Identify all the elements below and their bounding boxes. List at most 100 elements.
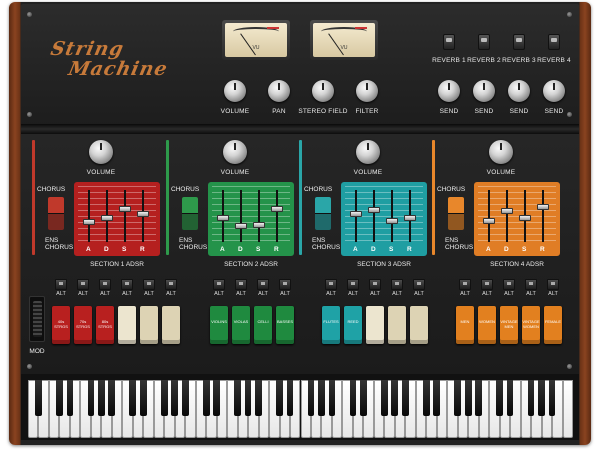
section-4-chorus-switch[interactable] — [448, 197, 464, 230]
alt-switch[interactable]: ALT — [546, 279, 560, 299]
alt-switch[interactable]: ALT — [256, 279, 270, 299]
black-key[interactable] — [391, 380, 399, 416]
section-1-chorus-switch[interactable] — [48, 197, 64, 230]
black-key[interactable] — [538, 380, 545, 416]
send-2-knob[interactable] — [473, 80, 495, 102]
adsr-fader-s[interactable] — [253, 222, 265, 229]
alt-switch[interactable]: ALT — [98, 279, 112, 299]
alt-switch[interactable]: ALT — [120, 279, 134, 299]
black-key[interactable] — [454, 380, 462, 416]
send-4-knob[interactable] — [543, 80, 565, 102]
black-key[interactable] — [422, 380, 430, 416]
tab-switch[interactable]: 80s STRGS — [96, 306, 114, 344]
tab-switch[interactable]: FEMALE — [544, 306, 562, 344]
black-key[interactable] — [286, 380, 294, 416]
tab-switch[interactable] — [140, 306, 158, 344]
alt-switch[interactable]: ALT — [524, 279, 538, 299]
send-1-knob[interactable] — [438, 80, 460, 102]
black-key[interactable] — [380, 380, 388, 416]
adsr-fader-a[interactable] — [217, 215, 229, 222]
adsr-fader-a[interactable] — [350, 210, 362, 217]
tab-switch[interactable]: CELLI — [254, 306, 272, 344]
adsr-fader-a[interactable] — [83, 218, 95, 225]
tab-switch[interactable]: WOMEN — [478, 306, 496, 344]
black-key[interactable] — [87, 380, 95, 416]
alt-switch[interactable]: ALT — [278, 279, 292, 299]
adsr-fader-d[interactable] — [368, 207, 380, 214]
alt-switch[interactable]: ALT — [324, 279, 338, 299]
mod-wheel[interactable] — [29, 296, 45, 342]
alt-switch[interactable]: ALT — [390, 279, 404, 299]
alt-switch[interactable]: ALT — [502, 279, 516, 299]
black-key[interactable] — [129, 380, 137, 416]
alt-switch[interactable]: ALT — [76, 279, 90, 299]
section-4-volume-knob[interactable] — [489, 140, 513, 164]
section-3-volume-knob[interactable] — [356, 140, 380, 164]
stereo-field-knob[interactable] — [312, 80, 334, 102]
black-key[interactable] — [349, 380, 357, 416]
black-key[interactable] — [360, 380, 367, 416]
reverb-1-button[interactable] — [443, 34, 455, 50]
section-2-volume-knob[interactable] — [223, 140, 247, 164]
black-key[interactable] — [464, 380, 472, 416]
black-key[interactable] — [318, 380, 325, 416]
black-key[interactable] — [56, 380, 63, 416]
black-key[interactable] — [475, 380, 483, 416]
tab-switch[interactable]: REED — [344, 306, 362, 344]
alt-switch[interactable]: ALT — [412, 279, 426, 299]
adsr-fader-s[interactable] — [519, 215, 531, 222]
adsr-fader-d[interactable] — [235, 223, 247, 230]
section-1-volume-knob[interactable] — [89, 140, 113, 164]
tab-switch[interactable]: VINTAGE WOMEN — [522, 306, 540, 344]
adsr-fader-d[interactable] — [101, 215, 113, 222]
black-key[interactable] — [506, 380, 514, 416]
alt-switch[interactable]: ALT — [480, 279, 494, 299]
section-3-chorus-switch[interactable] — [315, 197, 331, 230]
tab-switch[interactable]: 40s STRGS — [52, 306, 70, 344]
tab-switch[interactable]: BASSES — [276, 306, 294, 344]
section-2-chorus-switch[interactable] — [182, 197, 198, 230]
filter-knob[interactable] — [356, 80, 378, 102]
reverb-4-button[interactable] — [548, 34, 560, 50]
tab-switch[interactable] — [410, 306, 428, 344]
tab-switch[interactable]: MEN — [456, 306, 474, 344]
volume-knob[interactable] — [224, 80, 246, 102]
send-3-knob[interactable] — [508, 80, 530, 102]
tab-switch[interactable]: VIOLAS — [232, 306, 250, 344]
black-key[interactable] — [171, 380, 179, 416]
black-key[interactable] — [108, 380, 116, 416]
black-key[interactable] — [139, 380, 147, 416]
black-key[interactable] — [181, 380, 189, 416]
reverb-2-button[interactable] — [478, 34, 490, 50]
white-key[interactable] — [562, 380, 573, 438]
black-key[interactable] — [244, 380, 252, 416]
black-key[interactable] — [548, 380, 556, 416]
black-key[interactable] — [433, 380, 441, 416]
adsr-fader-a[interactable] — [483, 217, 495, 224]
alt-switch[interactable]: ALT — [458, 279, 472, 299]
adsr-fader-r[interactable] — [271, 206, 283, 213]
pan-knob[interactable] — [268, 80, 290, 102]
alt-switch[interactable]: ALT — [368, 279, 382, 299]
alt-switch[interactable]: ALT — [346, 279, 360, 299]
black-key[interactable] — [213, 380, 220, 416]
tab-switch[interactable]: 70s STRGS — [74, 306, 92, 344]
black-key[interactable] — [276, 380, 283, 416]
keyboard[interactable] — [28, 380, 573, 438]
tab-switch[interactable] — [118, 306, 136, 344]
tab-switch[interactable] — [388, 306, 406, 344]
black-key[interactable] — [160, 380, 168, 416]
alt-switch[interactable]: ALT — [164, 279, 178, 299]
black-key[interactable] — [35, 380, 42, 416]
alt-switch[interactable]: ALT — [54, 279, 68, 299]
black-key[interactable] — [202, 380, 210, 416]
alt-switch[interactable]: ALT — [234, 279, 248, 299]
tab-switch[interactable]: FLUTES — [322, 306, 340, 344]
alt-switch[interactable]: ALT — [142, 279, 156, 299]
black-key[interactable] — [496, 380, 503, 416]
black-key[interactable] — [307, 380, 315, 416]
black-key[interactable] — [234, 380, 241, 416]
tab-switch[interactable]: VIOLINS — [210, 306, 228, 344]
tab-switch[interactable]: VINTAGE MEN — [500, 306, 518, 344]
black-key[interactable] — [401, 380, 409, 416]
